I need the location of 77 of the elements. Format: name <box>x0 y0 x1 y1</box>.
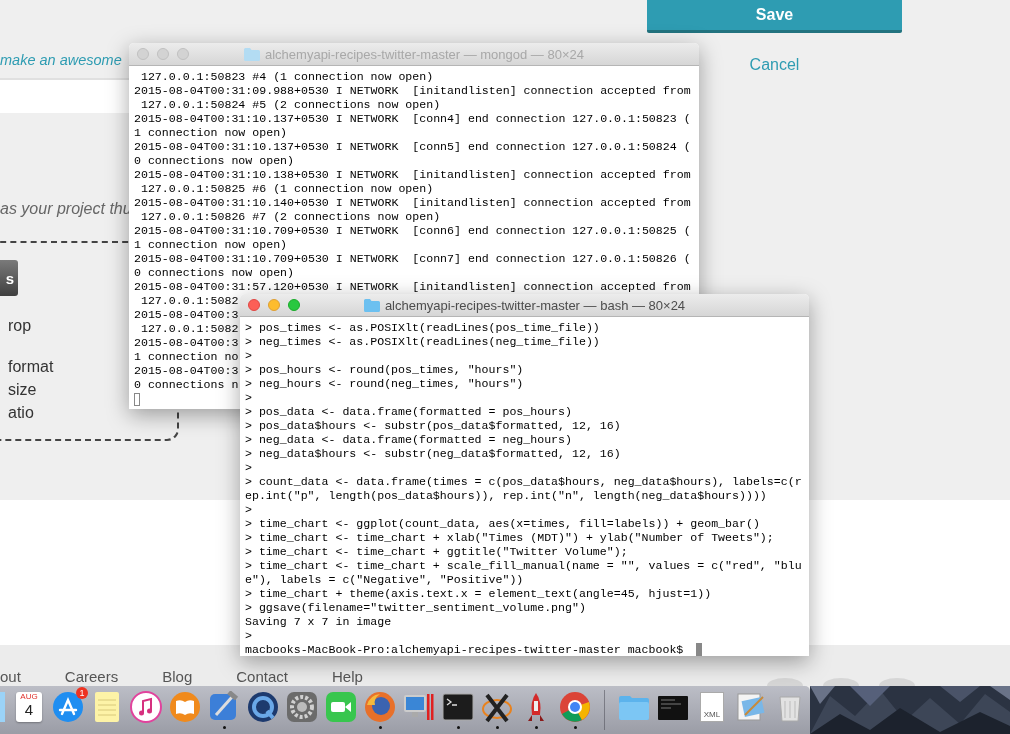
terminal-line: > time_chart <- time_chart + xlab("Times (MDT)") + ylab("Number of Tweets"); <box>245 531 774 545</box>
globe-icon[interactable] <box>364 691 396 723</box>
terminal-line: ep.int("p", length(pos_data$hours)), rep.int("n", length(neg_data$hours)))) <box>245 489 767 503</box>
file-type-label: XML <box>703 710 721 721</box>
minimize-button[interactable] <box>268 299 280 311</box>
requirement-text: atio <box>7 403 34 423</box>
folder-icon <box>244 47 260 61</box>
terminal-line: > pos_data$hours <- substr(pos_data$formatted, 12, 16) <box>245 419 621 433</box>
footer-link[interactable]: Blog <box>162 668 193 686</box>
terminal-line: > time_chart <- time_chart + scale_fill_manual(name = "", values = c("red", "blu <box>245 559 802 573</box>
folder-icon <box>363 298 380 312</box>
terminal-line: > <box>245 349 252 363</box>
upload-button[interactable]: s <box>0 260 18 296</box>
terminal-line: 127.0.0.1:50823 #4 (1 connection now open) <box>139 70 434 84</box>
notification-badge: 1 <box>76 687 88 699</box>
drop-text: rop <box>7 316 32 336</box>
terminal-line: > <box>245 391 252 405</box>
requirement-text: size <box>7 380 37 400</box>
calendar-day: 4 <box>24 701 34 719</box>
image-icon[interactable] <box>735 691 767 723</box>
terminal-line: > time_chart <- time_chart + ggtitle("Twitter Volume"); <box>245 545 628 559</box>
book-icon[interactable] <box>169 691 201 723</box>
terminal-line: > count_data <- data.frame(times = c(pos_data$hours, neg_data$hours), labels=c(r <box>245 475 802 489</box>
text-cursor <box>696 643 702 656</box>
terminal-line: > <box>245 503 252 517</box>
terminal-line: > pos_data <- data.frame(formatted = pos_hours) <box>245 405 572 419</box>
terminal-line: > neg_times <- as.POSIXlt(readLines(neg_time_file)) <box>245 335 600 349</box>
terminal-line: 2015-08-04T00:31:10.709+0530 I NETWORK [conn6] end connection 127.0.0.1:50825 ( <box>134 224 691 238</box>
footer-link[interactable]: Careers <box>64 668 119 686</box>
window-title: alchemyapi-recipes-twitter-master — bash — 80×24 <box>384 297 686 313</box>
terminal-line: 2015-08-04T00:31:10.137+0530 I NETWORK [conn5] end connection 127.0.0.1:50824 ( <box>134 140 691 154</box>
video-camera-icon[interactable] <box>325 691 357 723</box>
calendar-month: AUG <box>20 692 38 701</box>
gear-icon[interactable] <box>286 691 318 723</box>
terminal-line: 2015-08-04T00:31:10.140+0530 I NETWORK [initandlisten] connection accepted from <box>134 196 691 210</box>
terminal-line: 2015-08-04T00:31:10.137+0530 I NETWORK [conn4] end connection 127.0.0.1:50823 ( <box>134 112 691 126</box>
terminal-line: > neg_data$hours <- substr(neg_data$formatted, 12, 16) <box>245 447 621 461</box>
x-mark-icon[interactable] <box>481 691 513 723</box>
terminal-line: Saving 7 x 7 in image <box>245 615 392 629</box>
terminal-line: > <box>245 461 252 475</box>
footer-link[interactable]: out <box>0 668 21 686</box>
music-note-icon[interactable] <box>130 691 162 723</box>
terminal-line: > <box>245 629 252 643</box>
q-circle-icon[interactable] <box>247 691 279 723</box>
terminal-line: > neg_data <- data.frame(formatted = neg_hours) <box>245 433 572 447</box>
monitor-icon[interactable] <box>403 691 435 723</box>
calendar-icon[interactable]: AUG 4 <box>16 692 42 722</box>
app-store-icon[interactable] <box>52 691 84 723</box>
terminal-line: 127.0.0.1:50825 #6 (1 connection now open) <box>139 182 434 196</box>
terminal-line: 2015-08-04T00:31:10.138+0530 I NETWORK [initandlisten] connection accepted from <box>134 168 691 182</box>
footer-link[interactable]: Contact <box>236 668 288 686</box>
terminal-line: > pos_hours <- round(pos_times, "hours") <box>245 363 524 377</box>
terminal-line: > neg_hours <- round(neg_times, "hours") <box>245 377 524 391</box>
terminal-line: 127.0.0.1:50826 #7 (2 connections now open) <box>139 210 441 224</box>
tagline-text: make an awesome <box>0 51 122 70</box>
text-field[interactable] <box>0 78 129 113</box>
footer-link[interactable]: Help <box>331 668 363 686</box>
text-cursor <box>134 393 140 406</box>
requirement-text: format <box>7 357 54 377</box>
terminal-line: 127.0.0.1:50824 #5 (2 connections now open) <box>139 98 441 112</box>
terminal-line: 0 connections now open) <box>134 154 295 168</box>
terminal-line: > pos_times <- as.POSIXlt(readLines(pos_time_file)) <box>245 321 600 335</box>
terminal-line: 1 connection now open) <box>134 126 288 140</box>
hammer-icon[interactable] <box>208 691 240 723</box>
terminal-line: > time_chart <- ggplot(count_data, aes(x=times, fill=labels)) + geom_bar() <box>245 517 760 531</box>
terminal-window[interactable] <box>240 294 809 656</box>
document-icon[interactable]: XML <box>700 692 724 722</box>
browser-icon[interactable] <box>559 691 591 723</box>
close-button[interactable] <box>248 299 260 311</box>
terminal-line: e"), labels = c("Negative", "Positive")) <box>245 573 524 587</box>
zoom-button[interactable] <box>288 299 300 311</box>
terminal-line: macbooks-MacBook-Pro:alchemyapi-recipes-twitter-master macbook$ <box>245 643 684 656</box>
window-title: alchemyapi-recipes-twitter-master — mongod — 80×24 <box>265 46 584 62</box>
terminal-line: > ggsave(filename="twitter_sentiment_volume.png") <box>245 601 586 615</box>
terminal-line: 2015-08-04T00:31:09.988+0530 I NETWORK [initandlisten] connection accepted from <box>134 84 691 98</box>
terminal-icon[interactable] <box>442 691 474 723</box>
terminal-line: > time_chart + theme(axis.text.x = element_text(angle=45, hjust=1)) <box>245 587 712 601</box>
